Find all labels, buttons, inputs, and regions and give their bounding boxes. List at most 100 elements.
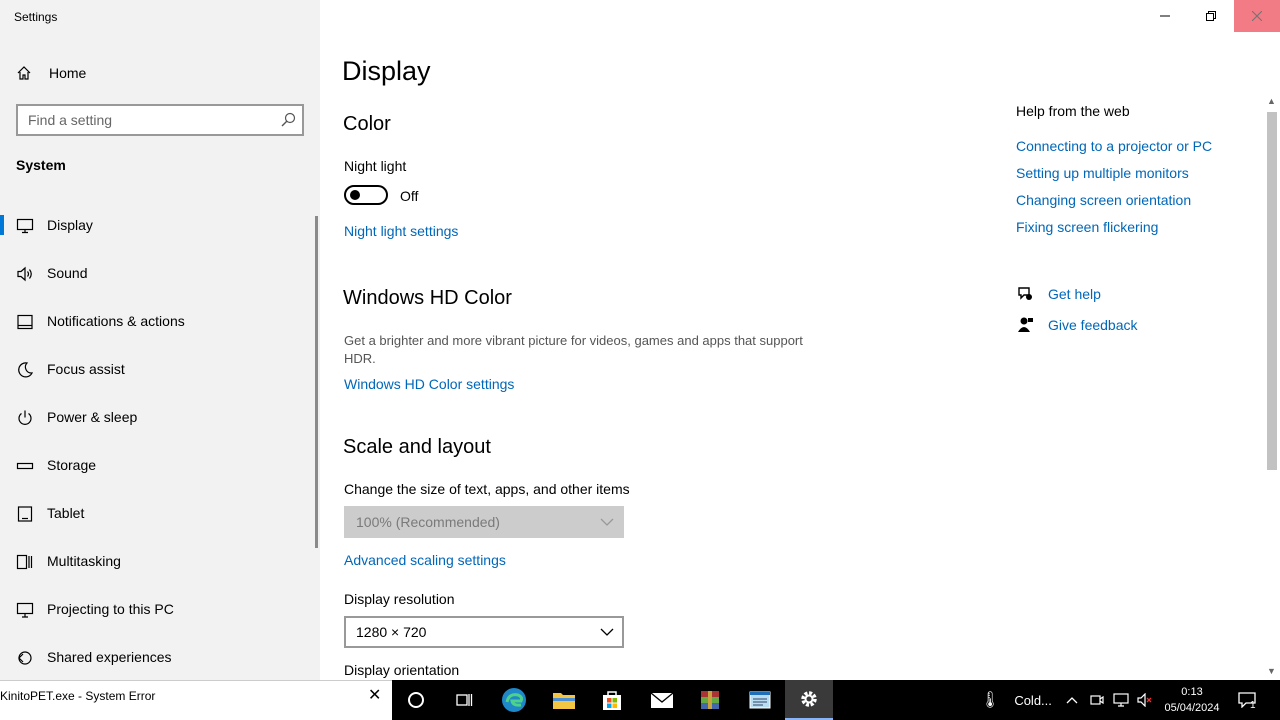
task-view-icon bbox=[456, 694, 473, 706]
scale-dropdown[interactable]: 100% (Recommended) bbox=[344, 506, 624, 538]
notepad-icon bbox=[749, 691, 771, 709]
orientation-label: Display orientation bbox=[344, 662, 460, 678]
thermometer-icon: 🌡 bbox=[980, 692, 1001, 709]
close-icon bbox=[1252, 11, 1262, 21]
cortana-button[interactable] bbox=[392, 680, 440, 720]
hdr-description: Get a brighter and more vibrant picture … bbox=[344, 333, 803, 366]
sidebar-item-label: Focus assist bbox=[47, 361, 125, 377]
search-box[interactable] bbox=[16, 104, 304, 136]
gear-icon bbox=[801, 691, 817, 707]
night-light-toggle[interactable] bbox=[344, 185, 388, 205]
file-explorer-button[interactable] bbox=[540, 680, 588, 720]
get-help-link[interactable]: Get help bbox=[1048, 286, 1101, 302]
cortana-icon bbox=[408, 692, 424, 708]
main-content: Display Color Night light Off Night ligh… bbox=[320, 0, 1280, 680]
sidebar-item-label: Tablet bbox=[47, 505, 85, 521]
sidebar-item-focus-assist[interactable]: Focus assist bbox=[0, 345, 316, 393]
meet-now-button[interactable] bbox=[1090, 680, 1104, 720]
store-button[interactable] bbox=[588, 680, 636, 720]
help-link-orientation[interactable]: Changing screen orientation bbox=[1016, 192, 1191, 208]
mail-button[interactable] bbox=[638, 680, 686, 720]
advanced-scaling-link[interactable]: Advanced scaling settings bbox=[344, 552, 506, 568]
chevron-down-icon bbox=[600, 518, 614, 526]
sidebar-item-label: Storage bbox=[47, 457, 97, 473]
camera-icon bbox=[1090, 695, 1104, 705]
sidebar-item-label: Shared experiences bbox=[47, 649, 172, 665]
scale-size-label: Change the size of text, apps, and other… bbox=[344, 481, 630, 497]
sidebar-item-sound[interactable]: Sound bbox=[0, 249, 316, 297]
hdr-settings-link[interactable]: Windows HD Color settings bbox=[344, 376, 514, 392]
help-link-multiple-monitors[interactable]: Setting up multiple monitors bbox=[1016, 165, 1189, 181]
speaker-icon bbox=[17, 266, 32, 282]
night-light-label: Night light bbox=[344, 158, 407, 174]
scale-heading: Scale and layout bbox=[343, 436, 491, 458]
sidebar-item-multitasking[interactable]: Multitasking bbox=[0, 537, 316, 585]
winrar-button[interactable] bbox=[686, 680, 734, 720]
volume-muted-icon bbox=[1137, 693, 1152, 707]
sidebar-item-projecting[interactable]: Projecting to this PC bbox=[0, 585, 316, 633]
home-label: Home bbox=[49, 65, 87, 81]
sidebar-item-display[interactable]: Display bbox=[0, 201, 316, 249]
scrollbar-thumb[interactable] bbox=[1267, 112, 1277, 470]
chevron-up-icon bbox=[1066, 697, 1078, 704]
clock[interactable]: 0:13 05/04/2024 bbox=[1160, 684, 1224, 716]
restore-button[interactable] bbox=[1188, 0, 1234, 32]
volume-button[interactable] bbox=[1137, 680, 1153, 720]
search-input[interactable] bbox=[18, 106, 268, 134]
show-hidden-icons-button[interactable] bbox=[1066, 680, 1078, 720]
feedback-icon bbox=[1018, 317, 1033, 332]
page-title: Display bbox=[342, 56, 431, 86]
sidebar-item-power-sleep[interactable]: Power & sleep bbox=[0, 393, 316, 441]
night-light-state: Off bbox=[400, 188, 419, 204]
notepad-button[interactable] bbox=[736, 680, 784, 720]
resolution-label: Display resolution bbox=[344, 591, 455, 607]
network-button[interactable] bbox=[1113, 680, 1129, 720]
weather-text: Cold... bbox=[1014, 692, 1052, 708]
task-view-button[interactable] bbox=[440, 680, 488, 720]
resolution-dropdown-value: 1280 × 720 bbox=[356, 624, 427, 640]
mail-icon bbox=[650, 692, 674, 708]
sidebar-item-storage[interactable]: Storage bbox=[0, 441, 316, 489]
error-window-title: KinitoPET.exe - System Error bbox=[0, 689, 156, 703]
restore-icon bbox=[1206, 11, 1216, 21]
sidebar-item-label: Sound bbox=[47, 265, 88, 281]
shared-icon bbox=[18, 651, 32, 665]
help-link-flickering[interactable]: Fixing screen flickering bbox=[1016, 219, 1158, 235]
scroll-down-icon[interactable]: ▼ bbox=[1267, 666, 1276, 676]
weather-widget[interactable]: 🌡 Cold... bbox=[980, 680, 1052, 720]
resolution-dropdown[interactable]: 1280 × 720 bbox=[344, 616, 624, 648]
sidebar-item-label: Multitasking bbox=[47, 553, 121, 569]
winrar-icon bbox=[701, 691, 719, 709]
help-title: Help from the web bbox=[1016, 103, 1130, 119]
close-icon[interactable]: ✕ bbox=[368, 685, 381, 705]
hdr-heading: Windows HD Color bbox=[343, 287, 512, 309]
scale-dropdown-value: 100% (Recommended) bbox=[356, 514, 500, 530]
sidebar-item-label: Projecting to this PC bbox=[47, 601, 174, 617]
tablet-icon bbox=[17, 506, 33, 522]
error-window-bar[interactable]: KinitoPET.exe - System Error ✕ bbox=[0, 680, 392, 720]
home-link[interactable]: Home bbox=[16, 62, 86, 84]
power-icon bbox=[18, 410, 32, 425]
get-help-icon bbox=[1018, 287, 1032, 300]
sidebar-item-tablet[interactable]: Tablet bbox=[0, 489, 316, 537]
scroll-up-icon[interactable]: ▲ bbox=[1267, 96, 1276, 106]
sidebar-item-label: Display bbox=[47, 217, 93, 233]
home-icon bbox=[17, 66, 31, 80]
search-icon[interactable] bbox=[280, 112, 296, 128]
main-scrollbar[interactable]: ▲ ▼ bbox=[1264, 96, 1280, 680]
action-center-button[interactable]: 1 bbox=[1238, 680, 1256, 720]
give-feedback-link[interactable]: Give feedback bbox=[1048, 317, 1138, 333]
monitor-icon bbox=[16, 218, 34, 234]
taskbar: KinitoPET.exe - System Error ✕ 🌡 Cold... bbox=[0, 680, 1280, 720]
close-button[interactable] bbox=[1234, 0, 1280, 32]
help-link-projector[interactable]: Connecting to a projector or PC bbox=[1016, 138, 1212, 154]
notification-count: 1 bbox=[1250, 699, 1256, 711]
settings-taskbar-button[interactable] bbox=[785, 680, 833, 720]
sidebar-scrollbar[interactable] bbox=[315, 216, 318, 548]
color-heading: Color bbox=[343, 113, 391, 135]
minimize-button[interactable] bbox=[1142, 0, 1188, 32]
sidebar-item-notifications[interactable]: Notifications & actions bbox=[0, 297, 316, 345]
night-light-settings-link[interactable]: Night light settings bbox=[344, 223, 458, 239]
edge-button[interactable] bbox=[490, 680, 538, 720]
sidebar-item-shared-experiences[interactable]: Shared experiences bbox=[0, 633, 316, 681]
